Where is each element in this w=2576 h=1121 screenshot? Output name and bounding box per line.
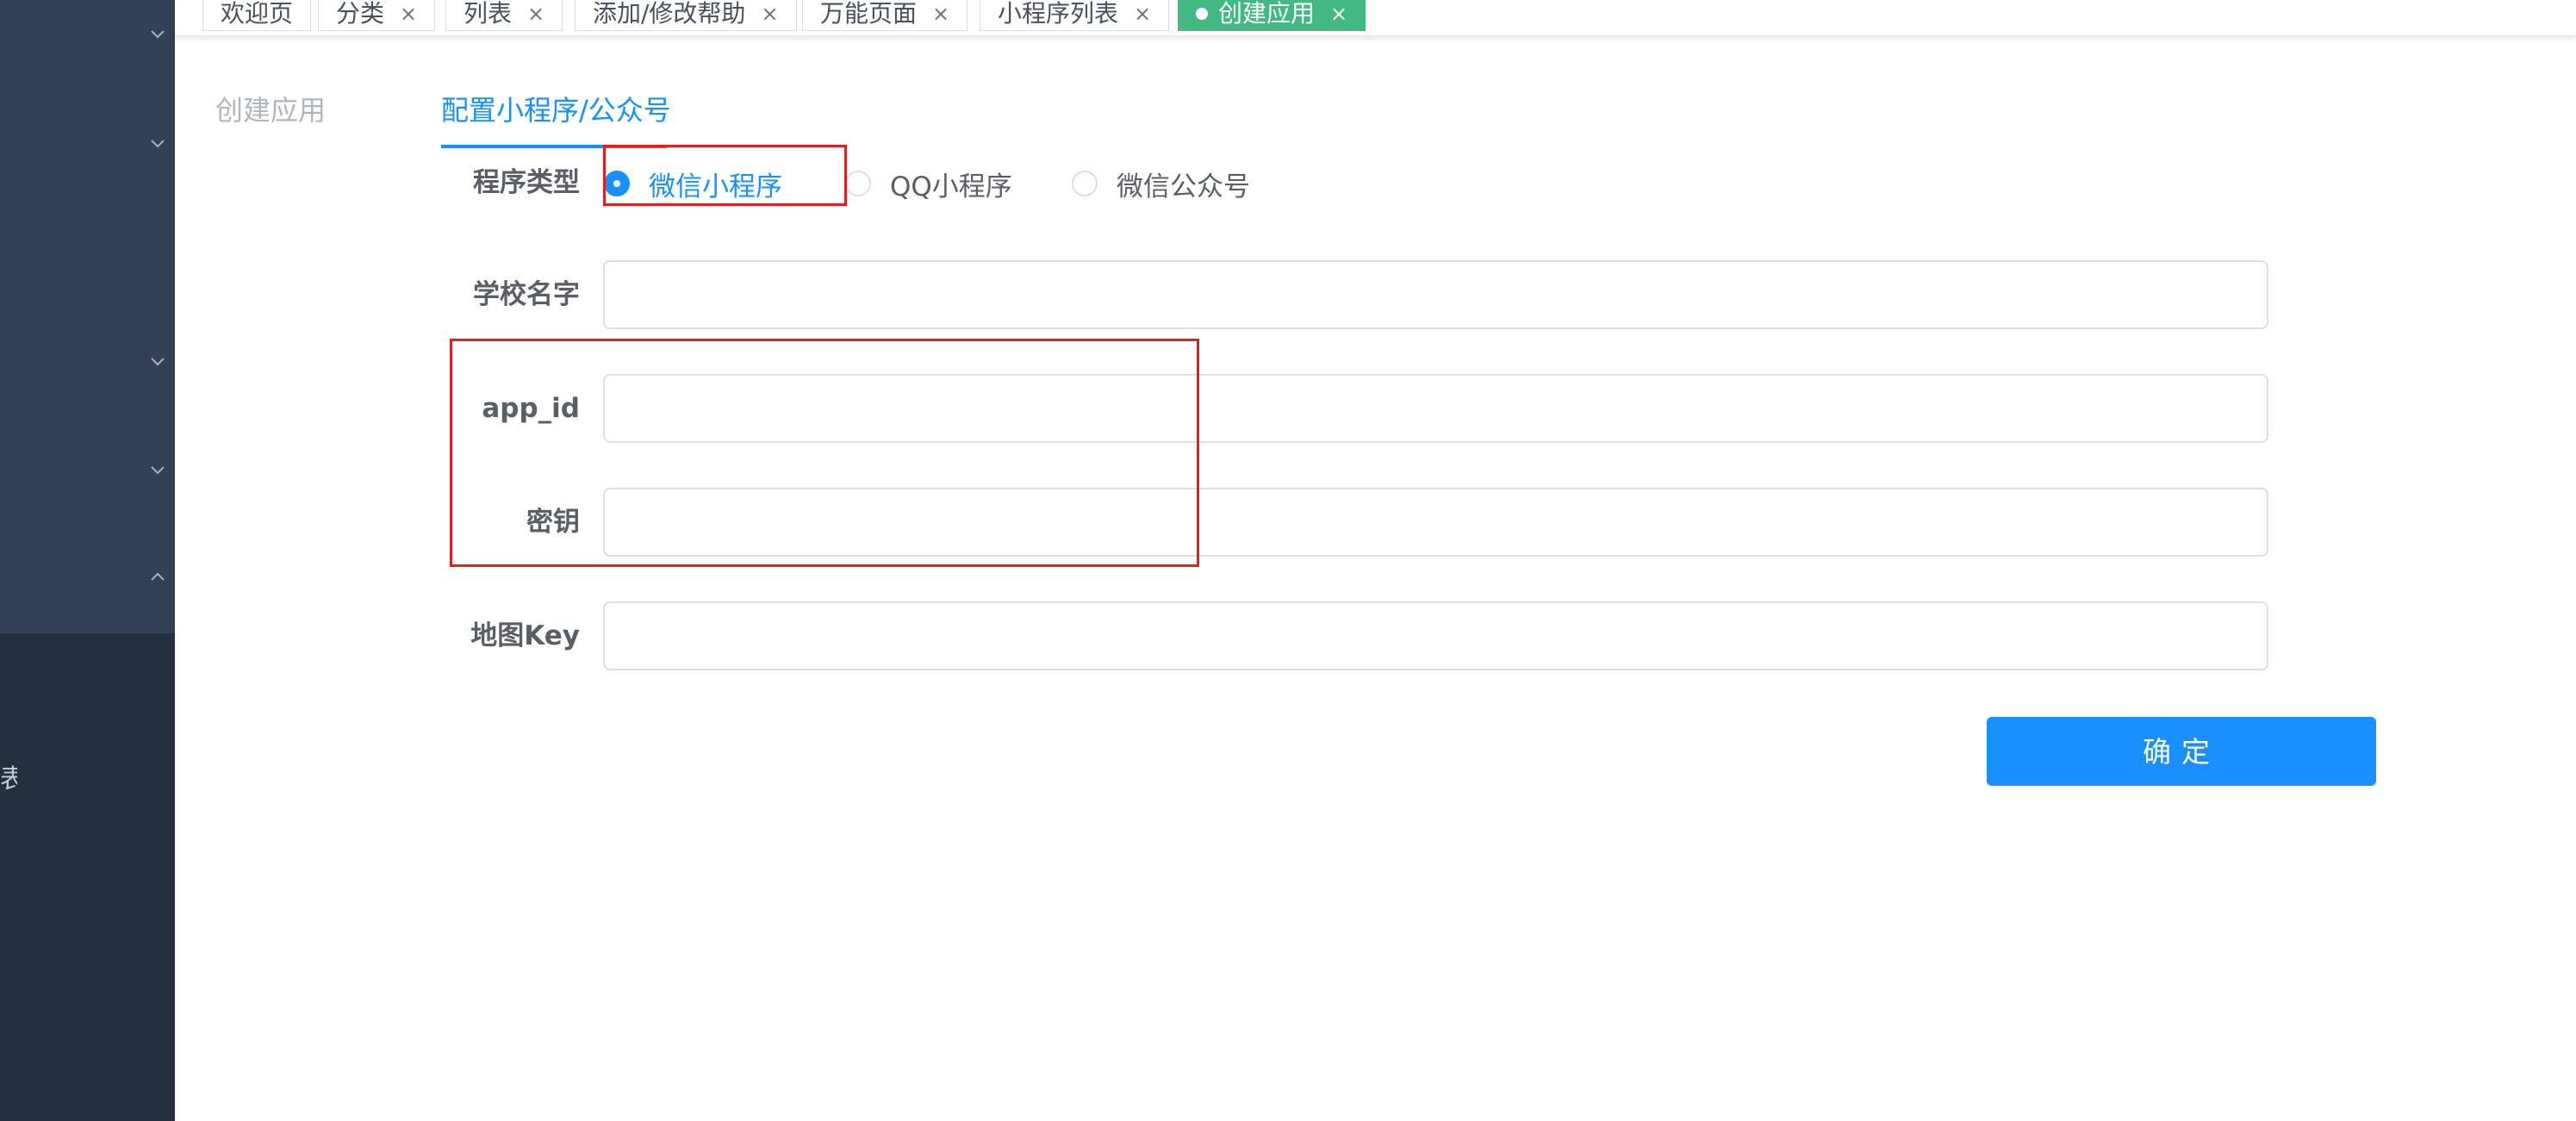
tag-miniprogram-list[interactable]: 小程序列表 ×	[980, 0, 1170, 31]
sidebar: 表	[0, 0, 175, 1121]
tag-label: 创建应用	[1218, 0, 1316, 28]
chevron-down-icon[interactable]	[146, 458, 169, 481]
tag-category[interactable]: 分类 ×	[318, 0, 436, 31]
school-name-label: 学校名字	[473, 279, 580, 310]
radio-unchecked-icon	[845, 171, 871, 196]
tag-add-edit-help[interactable]: 添加/修改帮助 ×	[575, 0, 797, 31]
tag-create-app[interactable]: 创建应用 ×	[1178, 0, 1366, 31]
tag-label: 列表	[464, 0, 513, 28]
tag-label: 添加/修改帮助	[593, 0, 746, 28]
tag-universal-page[interactable]: 万能页面 ×	[802, 0, 968, 31]
tag-label: 小程序列表	[998, 0, 1119, 28]
annotation-box-radio	[603, 145, 847, 206]
radio-unchecked-icon	[1072, 171, 1098, 196]
radio-wechat-official-account[interactable]: 微信公众号	[1072, 164, 1250, 203]
radio-qq-miniprogram[interactable]: QQ小程序	[845, 164, 1012, 203]
tag-welcome[interactable]: 欢迎页	[202, 0, 312, 31]
sidebar-item-label[interactable]: 表	[0, 765, 17, 794]
school-name-input[interactable]	[603, 260, 2268, 329]
program-type-label: 程序类型	[473, 167, 580, 198]
tag-label: 分类	[336, 0, 385, 28]
chevron-down-icon[interactable]	[146, 350, 169, 372]
radio-label: 微信公众号	[1117, 171, 1250, 202]
map-key-input[interactable]	[603, 601, 2268, 670]
close-icon[interactable]: ×	[932, 0, 949, 28]
tag-label: 万能页面	[820, 0, 918, 28]
close-icon[interactable]: ×	[1330, 0, 1347, 28]
main-content: 欢迎页 分类 × 列表 × 添加/修改帮助 × 万能页面 × 小程序列表 × 创…	[175, 0, 2576, 1121]
tag-label: 欢迎页	[221, 0, 294, 28]
tag-list[interactable]: 列表 ×	[445, 0, 563, 31]
close-icon[interactable]: ×	[527, 0, 544, 28]
chevron-up-icon[interactable]	[146, 566, 169, 589]
radio-label: QQ小程序	[890, 171, 1012, 202]
chevron-down-icon[interactable]	[146, 132, 169, 154]
chevron-down-icon[interactable]	[146, 22, 169, 45]
active-dot-icon	[1196, 8, 1208, 20]
close-icon[interactable]: ×	[400, 0, 417, 28]
map-key-label: 地图Key	[470, 620, 580, 651]
step-configure-miniprogram[interactable]: 配置小程序/公众号	[441, 86, 671, 134]
annotation-box-credentials	[450, 339, 1199, 567]
step-create-app[interactable]: 创建应用	[215, 86, 326, 134]
tags-bar: 欢迎页 分类 × 列表 × 添加/修改帮助 × 万能页面 × 小程序列表 × 创…	[175, 0, 2576, 36]
close-icon[interactable]: ×	[761, 0, 778, 28]
sidebar-menu	[0, 0, 175, 633]
close-icon[interactable]: ×	[1134, 0, 1151, 28]
confirm-button[interactable]: 确定	[1987, 717, 2376, 786]
